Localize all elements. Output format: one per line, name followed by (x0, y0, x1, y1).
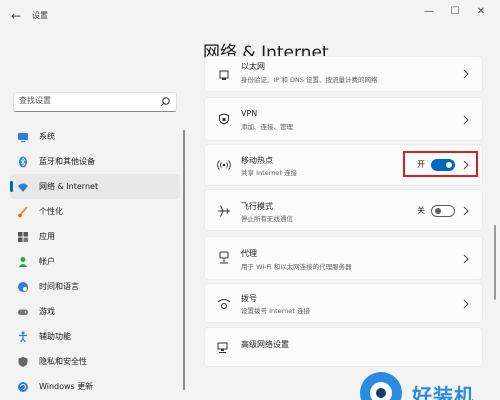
annotation-highlight-box (403, 151, 478, 177)
search-icon[interactable] (159, 96, 171, 108)
ethernet-icon (217, 68, 231, 82)
sidebar-item-label: Windows 更新 (39, 382, 94, 391)
update-icon (17, 381, 29, 393)
advanced-network-icon (217, 341, 231, 355)
sidebar-item-label: 蓝牙和其他设备 (39, 157, 95, 166)
brush-icon (17, 205, 29, 218)
sidebar-item-privacy[interactable]: 隐私和安全性 (10, 349, 180, 374)
card-subtitle: 设置拨号 Internet 连接 (241, 307, 310, 315)
vpn-card[interactable]: VPN 添加、连接、管理 (204, 97, 483, 141)
chevron-right-icon (463, 254, 469, 264)
proxy-icon (217, 251, 231, 265)
accessibility-icon (17, 331, 29, 343)
vpn-shield-icon (217, 112, 231, 126)
toggle-knob (435, 208, 441, 214)
sidebar-nav: 系统 蓝牙和其他设备 网络 & Internet 个性化 应用 帐户 时间和语言… (10, 124, 180, 399)
maximize-button[interactable]: ☐ (446, 4, 464, 20)
sidebar-item-network[interactable]: 网络 & Internet (10, 174, 180, 199)
airplane-toggle-label: 关 (417, 206, 425, 215)
sidebar-item-accounts[interactable]: 帐户 (10, 249, 180, 274)
sidebar-item-label: 隐私和安全性 (39, 357, 87, 366)
apps-icon (17, 231, 29, 243)
minimize-button[interactable]: — (420, 4, 438, 20)
search-box[interactable] (13, 92, 177, 112)
sidebar-item-label: 帐户 (39, 257, 55, 266)
card-title: 代理 (241, 249, 257, 258)
airplane-toggle[interactable] (431, 205, 455, 217)
sidebar-item-time-language[interactable]: 时间和语言 (10, 274, 180, 299)
app-title: 设置 (32, 11, 48, 20)
card-title: 高级网络设置 (241, 340, 289, 349)
card-subtitle: 添加、连接、管理 (241, 123, 293, 131)
wifi-icon (17, 181, 29, 193)
sidebar-item-personalization[interactable]: 个性化 (10, 199, 180, 224)
advanced-network-card[interactable]: 高级网络设置 (204, 327, 483, 367)
sidebar-item-bluetooth[interactable]: 蓝牙和其他设备 (10, 149, 180, 174)
watermark-logo-pupil (376, 388, 386, 398)
proxy-card[interactable]: 代理 用于 Wi-Fi 和以太网连接的代理服务器 (204, 236, 483, 280)
back-arrow-icon[interactable]: ← (8, 8, 24, 24)
ethernet-card[interactable]: 以太网 身份验证、IP 和 DNS 设置、按流量计费的网络 (204, 56, 483, 92)
sidebar-item-label: 应用 (39, 232, 55, 241)
sidebar-item-windows-update[interactable]: Windows 更新 (10, 374, 180, 399)
card-subtitle: 共享 Internet 连接 (241, 169, 297, 177)
airplane-mode-card[interactable]: 飞行模式 停止所有无线通信 关 (204, 189, 483, 231)
airplane-icon (217, 204, 231, 218)
gamepad-icon (17, 306, 29, 318)
dialup-icon (217, 297, 231, 311)
card-subtitle: 停止所有无线通信 (241, 215, 293, 223)
monitor-icon (17, 131, 29, 143)
search-input[interactable] (19, 96, 149, 105)
chevron-right-icon (463, 299, 469, 309)
title-bar: ← 设置 — ☐ ✕ (0, 0, 500, 32)
card-subtitle: 用于 Wi-Fi 和以太网连接的代理服务器 (241, 263, 352, 271)
chevron-right-icon (463, 69, 469, 79)
bluetooth-icon (17, 156, 29, 168)
person-icon (17, 256, 29, 268)
sidebar-item-system[interactable]: 系统 (10, 124, 180, 149)
card-title: 拨号 (241, 294, 257, 303)
sidebar-item-label: 辅助功能 (39, 332, 71, 341)
sidebar-item-label: 时间和语言 (39, 282, 79, 291)
chevron-right-icon[interactable] (462, 206, 470, 216)
watermark-text: 好装机 (412, 384, 475, 400)
sidebar-item-apps[interactable]: 应用 (10, 224, 180, 249)
sidebar-item-label: 游戏 (39, 307, 55, 316)
card-title: 以太网 (241, 62, 265, 71)
card-title: 飞行模式 (241, 202, 273, 211)
sidebar-item-gaming[interactable]: 游戏 (10, 299, 180, 324)
card-subtitle: 身份验证、IP 和 DNS 设置、按流量计费的网络 (241, 76, 378, 84)
sidebar-item-label: 系统 (39, 132, 55, 141)
chevron-right-icon (463, 115, 469, 125)
sidebar-item-accessibility[interactable]: 辅助功能 (10, 324, 180, 349)
card-title: VPN (241, 109, 258, 118)
close-button[interactable]: ✕ (472, 4, 490, 20)
sidebar-item-label: 个性化 (39, 207, 63, 216)
content-scrollbar[interactable] (494, 225, 496, 300)
globe-clock-icon (17, 281, 29, 293)
card-title: 移动热点 (241, 156, 273, 165)
hotspot-icon (217, 158, 231, 172)
sidebar-item-label: 网络 & Internet (39, 182, 99, 191)
dialup-card[interactable]: 拨号 设置拨号 Internet 连接 (204, 283, 483, 323)
sidebar-scrollbar[interactable] (183, 130, 185, 390)
shield-icon (17, 356, 29, 368)
